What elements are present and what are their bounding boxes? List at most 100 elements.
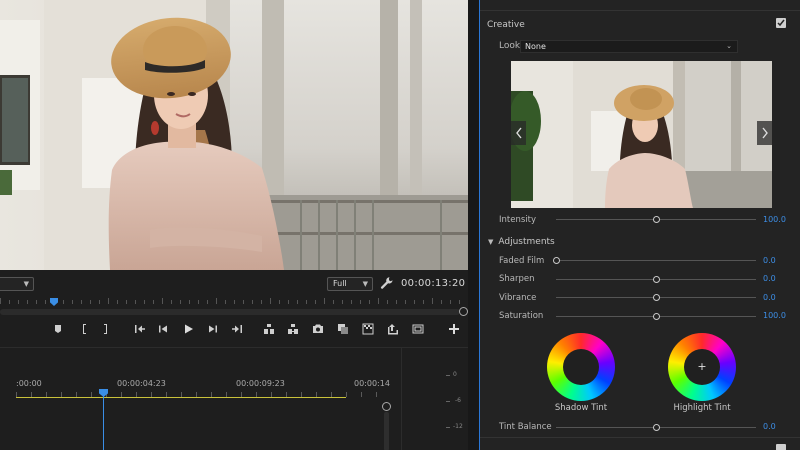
add-button-icon[interactable]	[447, 321, 461, 337]
step-back-icon[interactable]	[156, 321, 170, 337]
faded-film-value[interactable]: 0.0	[763, 256, 776, 265]
meter-tick	[446, 401, 450, 402]
meter-tick	[446, 375, 450, 376]
zoom-scrollbar-handle[interactable]	[459, 307, 468, 316]
extract-icon[interactable]	[286, 321, 300, 337]
previous-look-button[interactable]	[511, 121, 526, 145]
highlight-tint-wheel[interactable]: +	[668, 333, 736, 401]
ruler-tick	[216, 298, 217, 304]
faded-film-label: Faded Film	[499, 256, 545, 266]
marker-icon[interactable]	[51, 321, 65, 337]
ruler-tick	[396, 300, 397, 304]
timeline-playhead-line[interactable]	[103, 396, 104, 450]
timeline-timecode: 00:00:09:23	[236, 379, 285, 388]
ruler-tick	[207, 300, 208, 304]
wrench-icon[interactable]	[380, 276, 394, 290]
go-to-in-icon[interactable]	[133, 321, 147, 337]
fit-dropdown[interactable]: ▼	[0, 277, 34, 291]
ruler-tick	[135, 300, 136, 304]
audio-meter-label: -6	[455, 397, 461, 404]
mark-in-icon[interactable]	[77, 321, 91, 337]
lumetri-color-panel: Creative Look None ⌄ Intensity 100.0 ▼ A…	[480, 0, 800, 450]
ruler-tick	[153, 300, 154, 304]
insert-icon[interactable]	[386, 321, 400, 337]
chevron-down-icon: ▼	[23, 280, 29, 288]
next-section-checkbox[interactable]	[776, 444, 786, 450]
ruler-tick	[0, 298, 1, 304]
monitor-time-ruler[interactable]	[0, 296, 468, 308]
ruler-tick	[171, 300, 172, 304]
ruler-tick	[117, 300, 118, 304]
saturation-value[interactable]: 100.0	[763, 311, 786, 320]
monitor-control-bar: ▼ Full ▼ 00:00:13:20	[0, 272, 468, 296]
ruler-tick	[162, 298, 163, 304]
timeline-scroll-handle[interactable]	[382, 402, 391, 411]
ruler-tick	[63, 300, 64, 304]
chevron-down-icon: ▼	[362, 280, 368, 288]
monitor-zoom-scrollbar[interactable]	[0, 309, 460, 315]
audio-meter-label: -12	[453, 423, 463, 430]
timeline-ruler-tick	[346, 392, 347, 397]
saturation-slider-handle[interactable]	[652, 312, 660, 320]
safe-margins-icon[interactable]	[411, 321, 425, 337]
ruler-tick	[333, 300, 334, 304]
timeline-panel[interactable]: :00:00 00:00:04:23 00:00:09:23 00:00:14 …	[0, 347, 468, 450]
ruler-tick	[36, 300, 37, 304]
export-frame-icon[interactable]	[311, 321, 325, 337]
vibrance-slider-handle[interactable]	[652, 293, 660, 301]
resolution-dropdown[interactable]: Full ▼	[327, 277, 373, 291]
mark-out-icon[interactable]	[99, 321, 113, 337]
next-look-button[interactable]	[757, 121, 772, 145]
intensity-label: Intensity	[499, 215, 536, 225]
ruler-tick	[18, 300, 19, 304]
tint-balance-label: Tint Balance	[499, 422, 552, 432]
timeline-vertical-scrollbar[interactable]	[384, 412, 389, 450]
faded-film-slider[interactable]	[556, 260, 756, 261]
look-preview-thumbnail[interactable]	[511, 61, 772, 208]
tint-balance-value[interactable]: 0.0	[763, 422, 776, 431]
ruler-tick	[198, 300, 199, 304]
ruler-tick	[423, 300, 424, 304]
look-value: None	[525, 42, 546, 51]
ruler-tick	[342, 300, 343, 304]
comparison-view-icon[interactable]	[336, 321, 350, 337]
ruler-tick	[252, 300, 253, 304]
faded-film-slider-handle[interactable]	[552, 256, 560, 264]
ruler-tick	[279, 300, 280, 304]
shadow-tint-center[interactable]	[563, 349, 599, 385]
playhead-timecode[interactable]: 00:00:13:20	[401, 278, 465, 289]
go-to-out-icon[interactable]	[230, 321, 244, 337]
shadow-tint-wheel[interactable]	[547, 333, 615, 401]
sharpen-slider-handle[interactable]	[652, 275, 660, 283]
timeline-ruler-tick	[361, 392, 362, 397]
ruler-tick	[90, 300, 91, 304]
creative-section-title[interactable]: Creative	[487, 20, 525, 30]
sharpen-value[interactable]: 0.0	[763, 274, 776, 283]
step-forward-icon[interactable]	[206, 321, 220, 337]
ruler-tick	[81, 300, 82, 304]
panel-divider	[401, 348, 402, 450]
chevron-down-icon: ▼	[488, 238, 494, 246]
vibrance-value[interactable]: 0.0	[763, 293, 776, 302]
tint-balance-slider-handle[interactable]	[652, 423, 660, 431]
adjustments-section-header[interactable]: ▼ Adjustments	[488, 237, 555, 247]
timeline-timecode: :00:00	[16, 379, 42, 388]
ruler-tick	[99, 300, 100, 304]
look-dropdown[interactable]: None ⌄	[520, 40, 738, 53]
lift-icon[interactable]	[262, 321, 276, 337]
intensity-value[interactable]: 100.0	[763, 215, 786, 224]
creative-enable-checkbox[interactable]	[776, 18, 786, 28]
ruler-tick	[405, 300, 406, 304]
ruler-tick	[387, 300, 388, 304]
play-icon[interactable]	[181, 321, 195, 337]
ruler-tick	[297, 300, 298, 304]
ruler-tick	[243, 300, 244, 304]
program-video-frame[interactable]	[0, 0, 468, 270]
highlight-tint-center[interactable]: +	[684, 349, 720, 385]
work-area-bar[interactable]	[16, 397, 346, 398]
ruler-tick	[189, 300, 190, 304]
intensity-slider-handle[interactable]	[652, 215, 660, 223]
ruler-tick	[288, 300, 289, 304]
vibrance-label: Vibrance	[499, 293, 537, 303]
proxy-toggle-icon[interactable]	[361, 321, 375, 337]
